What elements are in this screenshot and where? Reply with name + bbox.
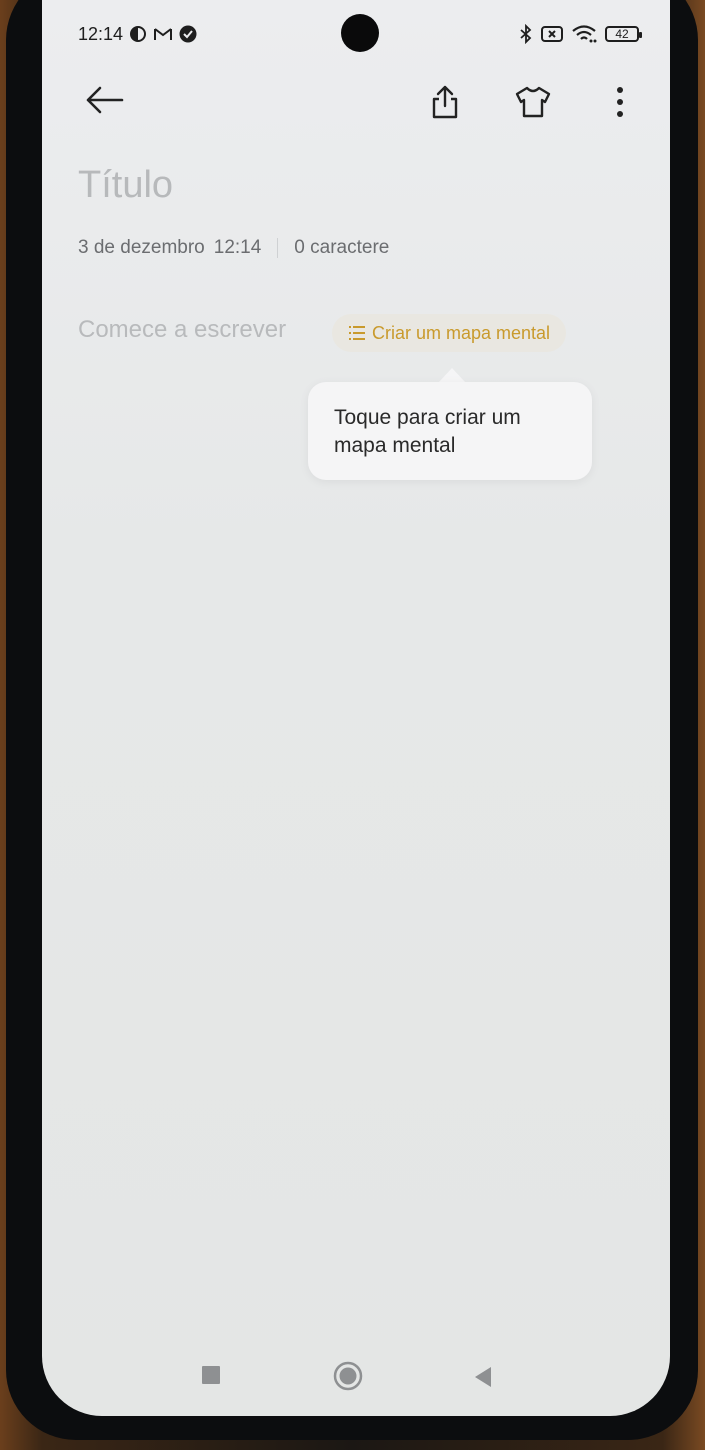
phone-screen [42, 0, 670, 1416]
no-sim-icon [541, 25, 563, 43]
data-saver-icon [129, 25, 147, 43]
phone-frame [6, 0, 698, 1440]
status-time: 12:14 [78, 23, 124, 44]
theme-shirt-icon [515, 86, 551, 118]
battery-icon: 42 [605, 26, 642, 42]
more-vert-icon [617, 87, 623, 117]
create-mindmap-button[interactable]: Criar um mapa mental [332, 314, 567, 352]
create-mindmap-label: Criar um mapa mental [372, 322, 551, 343]
status-bar-right: 42 [519, 22, 642, 46]
back-arrow-icon [86, 86, 124, 114]
bluetooth-icon [519, 24, 533, 44]
tooltip-arrow [438, 368, 466, 383]
wifi-icon [571, 24, 597, 44]
note-title-input[interactable]: Título [78, 164, 173, 207]
battery-level: 42 [615, 27, 629, 41]
more-options-button[interactable] [596, 78, 644, 126]
list-tree-icon [349, 326, 365, 340]
home-circle-icon [333, 1361, 363, 1391]
mindmap-tooltip[interactable]: Toque para criar um mapa mental [308, 382, 592, 480]
meta-divider [277, 238, 279, 258]
nav-back-button[interactable] [468, 1362, 498, 1392]
check-circle-icon [179, 25, 197, 43]
share-icon [432, 85, 458, 119]
recents-square-icon [202, 1366, 220, 1384]
status-bar-left: 12:14 [78, 22, 197, 46]
recents-button[interactable] [196, 1360, 226, 1390]
front-camera [341, 14, 379, 52]
note-body-input[interactable]: Comece a escrever [78, 316, 286, 344]
gmail-icon [153, 26, 173, 42]
back-triangle-icon [475, 1367, 491, 1387]
char-count: 0 caractere [294, 237, 390, 258]
share-button[interactable] [421, 78, 469, 126]
theme-button[interactable] [509, 78, 557, 126]
back-button[interactable] [80, 76, 128, 124]
home-button[interactable] [332, 1360, 364, 1392]
note-meta: 3 de dezembro 12:14 0 caractere [78, 237, 389, 259]
note-time: 12:14 [213, 237, 262, 258]
note-date: 3 de dezembro [78, 237, 205, 258]
